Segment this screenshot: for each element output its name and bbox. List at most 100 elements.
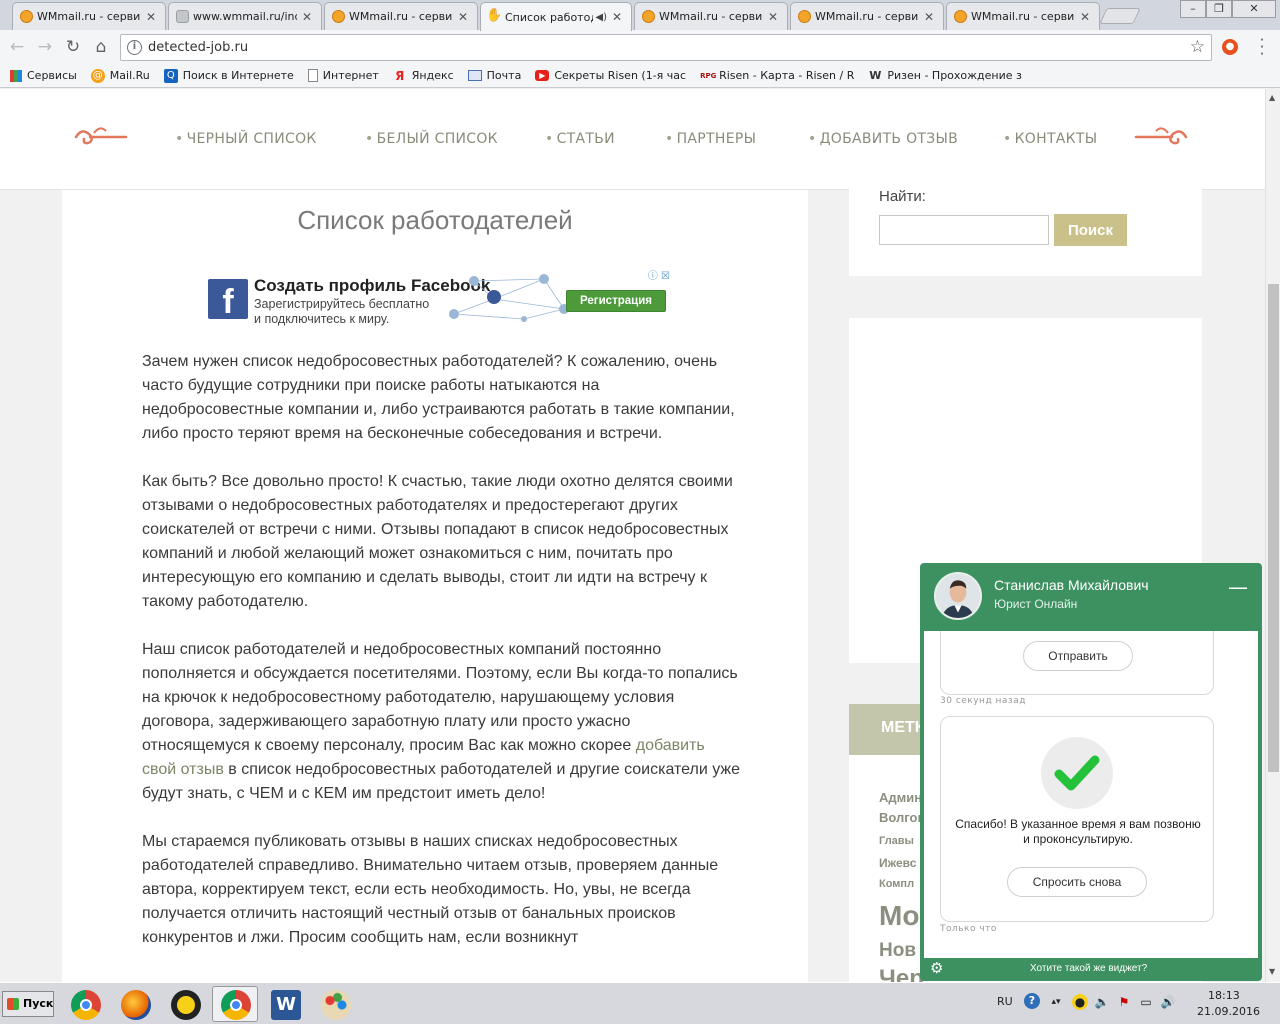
nav-whitelist[interactable]: • БЕЛЫЙ СПИСОК (365, 131, 498, 147)
nav-contacts[interactable]: • КОНТАКТЫ (1003, 131, 1097, 147)
browser-tab[interactable]: WMmail.ru - сервис ✕ (634, 2, 788, 30)
ad-register-button[interactable]: Регистрация (566, 290, 666, 312)
bookmark-label: Mail.Ru (109, 69, 150, 82)
browser-tab-active[interactable]: ✋ Список работод ◀) ✕ (480, 2, 632, 31)
taskbar-word[interactable]: W (262, 986, 308, 1022)
tag-link[interactable]: Главы (879, 835, 914, 847)
ask-again-button[interactable]: Спросить снова (1007, 867, 1147, 897)
scroll-up-icon[interactable]: ▲ (1269, 93, 1275, 102)
bookmark-internet[interactable]: Интернет (307, 69, 379, 82)
scroll-down-icon[interactable]: ▼ (1269, 967, 1275, 976)
start-button[interactable]: Пуск (2, 991, 54, 1017)
close-tab-icon[interactable]: ✕ (457, 10, 469, 24)
browser-tab[interactable]: WMmail.ru - сервис ✕ (12, 2, 166, 30)
menu-icon[interactable]: · · · (1255, 33, 1269, 62)
forward-button[interactable]: → (34, 37, 56, 57)
article-body: Зачем нужен список недобросовестных рабо… (142, 350, 742, 974)
agent-avatar (934, 572, 982, 620)
help-icon[interactable]: ? (1024, 993, 1040, 1009)
gear-icon[interactable]: ⚙ (930, 959, 943, 977)
facebook-ad-banner[interactable]: f Создать профиль Facebook Зарегистрируй… (208, 267, 670, 327)
tag-link[interactable]: Мо (879, 900, 919, 932)
address-bar[interactable]: i detected-job.ru ☆ (120, 34, 1212, 61)
bookmark-risen-walkthrough[interactable]: W Ризен - Прохождение з (868, 69, 1022, 83)
star-icon[interactable]: ☆ (1190, 37, 1205, 57)
taskbar-firefox[interactable] (112, 986, 158, 1022)
bookmark-mail[interactable]: Почта (467, 69, 521, 82)
mail-icon (467, 70, 482, 81)
wmmail-icon (642, 10, 655, 23)
close-tab-icon[interactable]: ✕ (923, 10, 935, 24)
close-tab-icon[interactable]: ✕ (301, 10, 313, 24)
bookmark-label: Risen - Карта - Risen / R (719, 69, 855, 82)
search-button[interactable]: Поиск (1054, 214, 1127, 246)
url-text[interactable]: detected-job.ru (148, 40, 248, 55)
browser-tab[interactable]: WMmail.ru - сервис ✕ (790, 2, 944, 30)
page-scrollbar[interactable]: ▲ ▼ (1265, 89, 1280, 982)
close-tab-icon[interactable]: ✕ (1079, 10, 1091, 24)
ad-choices-icon[interactable]: ⓘ ☒ (648, 267, 670, 282)
close-tab-icon[interactable]: ✕ (611, 10, 623, 24)
maximize-window-button[interactable]: ❐ (1206, 0, 1232, 18)
back-button[interactable]: ← (6, 37, 28, 57)
tray-expand-icon[interactable]: ▴▾ (1048, 994, 1064, 1010)
bookmark-yandex[interactable]: Я Яндекс (393, 69, 454, 83)
speaker-icon[interactable]: ◀) (595, 12, 607, 23)
taskbar-chrome-active[interactable] (212, 986, 258, 1022)
wmmail-icon (20, 10, 33, 23)
nav-blacklist[interactable]: • ЧЕРНЫЙ СПИСОК (175, 131, 317, 147)
nav-partners[interactable]: • ПАРТНЕРЫ (665, 131, 756, 147)
ghost-app-icon (171, 990, 201, 1020)
volume-icon[interactable]: 🔊 (1160, 994, 1176, 1010)
bookmark-search[interactable]: Q Поиск в Интернете (163, 68, 294, 83)
article-paragraph: Мы стараемся публиковать отзывы в наших … (142, 833, 719, 946)
send-button[interactable]: Отправить (1023, 641, 1133, 671)
close-window-button[interactable]: ✕ (1232, 0, 1276, 18)
site-header: • ЧЕРНЫЙ СПИСОК • БЕЛЫЙ СПИСОК • СТАТЬИ • ПА… (0, 89, 1265, 190)
speaker-icon[interactable]: 🔈 (1094, 994, 1110, 1010)
tag-link[interactable]: Нов (879, 940, 916, 962)
taskbar-paint[interactable] (312, 986, 358, 1022)
taskbar-chrome[interactable] (62, 986, 108, 1022)
mailru-icon: @ (90, 68, 105, 83)
tray-flag-icon[interactable]: ⚑ (1116, 994, 1132, 1010)
tag-link[interactable]: Волгог (879, 810, 923, 825)
get-widget-link[interactable]: Хотите такой же виджет? (1030, 963, 1147, 974)
bookmark-mailru[interactable]: @ Mail.Ru (90, 68, 150, 83)
bookmark-label: Сервисы (27, 69, 77, 82)
browser-tab[interactable]: WMmail.ru - сервис ✕ (324, 2, 478, 30)
network-illustration (449, 274, 569, 322)
minimize-chat-button[interactable]: — (1228, 577, 1248, 597)
browser-tab[interactable]: www.wmmail.ru/ind ✕ (168, 2, 322, 30)
bookmark-risen-secrets[interactable]: ▶ Секреты Risen (1-я час (535, 69, 686, 82)
bookmark-label: Ризен - Прохождение з (887, 69, 1022, 82)
extension-icon[interactable]: ● (1222, 39, 1238, 55)
bookmark-label: Интернет (322, 69, 379, 82)
bookmark-risen-map[interactable]: RPG Risen - Карта - Risen / R (700, 69, 854, 83)
tag-link[interactable]: Админ (879, 790, 922, 805)
nav-articles[interactable]: • СТАТЬИ (545, 131, 615, 147)
close-tab-icon[interactable]: ✕ (145, 10, 157, 24)
browser-tab[interactable]: WMmail.ru - сервис ✕ (946, 2, 1100, 30)
chrome-icon (71, 990, 101, 1020)
language-indicator[interactable]: RU (997, 995, 1013, 1008)
network-icon[interactable]: ▭ (1138, 994, 1154, 1010)
search-input[interactable] (879, 215, 1049, 245)
new-tab-button[interactable] (1099, 8, 1141, 24)
tag-link[interactable]: Ижевс (879, 856, 916, 870)
minimize-window-button[interactable]: – (1180, 0, 1206, 18)
home-button[interactable]: ⌂ (90, 37, 112, 57)
close-tab-icon[interactable]: ✕ (767, 10, 779, 24)
tag-link[interactable]: Чер (879, 965, 924, 982)
taskbar-app[interactable] (162, 986, 208, 1022)
tag-link[interactable]: Компл (879, 878, 914, 890)
reload-button[interactable]: ↻ (62, 37, 84, 57)
scrollbar-thumb[interactable] (1268, 284, 1279, 772)
info-icon[interactable]: i (127, 40, 142, 55)
nav-add-review[interactable]: • ДОБАВИТЬ ОТЗЫВ (808, 131, 958, 147)
wmmail-icon (332, 10, 345, 23)
tray-app-icon[interactable]: ● (1072, 994, 1088, 1010)
article-paragraph: Наш список работодателей и недобросовест… (142, 638, 742, 806)
bookmarks-bar: Сервисы @ Mail.Ru Q Поиск в Интернете Ин… (0, 64, 1280, 88)
bookmark-services[interactable]: Сервисы (10, 69, 77, 82)
